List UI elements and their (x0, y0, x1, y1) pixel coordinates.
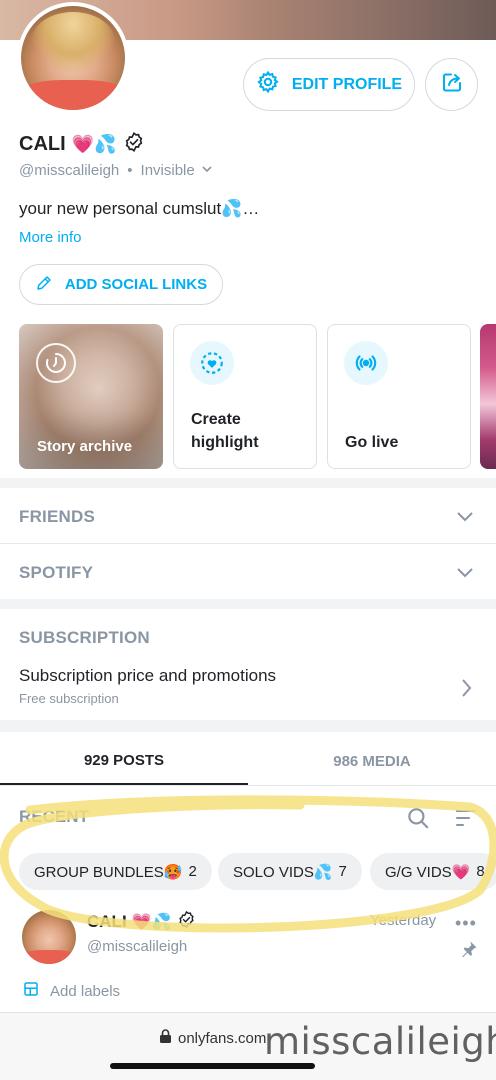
story-highlight-peek[interactable] (480, 324, 496, 469)
story-archive-label: Story archive (37, 438, 133, 455)
tabs-divider (0, 785, 496, 786)
search-icon[interactable] (405, 805, 431, 836)
share-icon (440, 70, 464, 99)
chip-solo-vids[interactable]: SOLO VIDS💦 7 (218, 853, 362, 890)
stories-row: Story archive Create highlight Go live (19, 324, 496, 469)
status-selector[interactable]: Invisible (141, 162, 213, 179)
label-icon (22, 980, 40, 1002)
add-labels-label: Add labels (50, 982, 121, 1000)
tab-posts[interactable]: 929 POSTS (0, 737, 248, 785)
section-divider (0, 478, 496, 488)
url-text: onlyfans.com (178, 1029, 267, 1047)
edit-profile-button[interactable]: EDIT PROFILE (243, 58, 415, 111)
verified-badge-icon (177, 910, 196, 934)
verified-badge-icon (123, 131, 145, 158)
pencil-icon (35, 274, 53, 296)
subscription-title: SUBSCRIPTION (19, 628, 150, 647)
friends-row[interactable]: FRIENDS (0, 488, 496, 543)
spotify-row[interactable]: SPOTIFY (0, 544, 496, 599)
post-author-avatar[interactable] (22, 910, 76, 964)
more-info-link[interactable]: More info (19, 229, 82, 246)
share-button[interactable] (425, 58, 478, 111)
handle-row: @misscalileigh • Invisible (19, 162, 213, 179)
friends-title: FRIENDS (19, 507, 96, 526)
chevron-down-icon (201, 162, 213, 179)
home-indicator[interactable] (110, 1063, 315, 1069)
spotify-title: SPOTIFY (19, 563, 94, 582)
profile-name-row: CALI 💗💦 (19, 131, 145, 158)
subscription-price-title: Subscription price and promotions (19, 666, 277, 685)
create-highlight-label-line1: Create (191, 411, 241, 428)
edit-profile-label: EDIT PROFILE (291, 75, 403, 93)
broadcast-icon (344, 341, 388, 385)
go-live-card[interactable]: Go live (327, 324, 471, 469)
status-label: Invisible (140, 162, 195, 179)
create-highlight-label-line2: highlight (191, 434, 259, 451)
chevron-right-icon (460, 678, 472, 703)
chevron-down-icon (456, 565, 474, 584)
chip-group-bundles[interactable]: GROUP BUNDLES🥵 2 (19, 853, 212, 890)
chip-gg-vids[interactable]: G/G VIDS💗 8 (370, 853, 496, 890)
add-social-links-button[interactable]: ADD SOCIAL LINKS (19, 264, 223, 305)
subscription-price-subtitle: Free subscription (19, 691, 119, 706)
chevron-down-icon (456, 509, 474, 528)
profile-avatar[interactable] (17, 2, 129, 114)
post-author-row[interactable]: CALI 💗💦 (87, 910, 196, 934)
chip-count: 2 (188, 863, 197, 880)
sort-icon[interactable] (455, 808, 477, 833)
profile-name-emoji: 💗💦 (71, 134, 117, 154)
chip-count: 8 (476, 863, 485, 880)
profile-bio: your new personal cumslut💦… (19, 199, 260, 218)
chip-count: 7 (338, 863, 347, 880)
watermark-text: misscalileigh (264, 1020, 496, 1063)
post-more-button[interactable]: ••• (455, 913, 477, 934)
post-timestamp: Yesterday (370, 912, 437, 929)
chip-label: SOLO VIDS💦 (233, 863, 333, 881)
profile-name: CALI (19, 133, 66, 155)
avatar-photo (21, 6, 125, 110)
address-bar[interactable]: onlyfans.com (160, 1029, 266, 1047)
story-archive-card[interactable]: Story archive (19, 324, 163, 469)
section-divider (0, 599, 496, 609)
create-highlight-card[interactable]: Create highlight (173, 324, 317, 469)
gear-icon (256, 70, 280, 99)
chip-label: GROUP BUNDLES🥵 (34, 863, 183, 881)
lock-icon (160, 1029, 171, 1047)
dot-separator: • (127, 162, 133, 179)
profile-handle: @misscalileigh (19, 162, 120, 179)
chip-label: G/G VIDS💗 (385, 863, 471, 881)
label-chips-row: GROUP BUNDLES🥵 2 SOLO VIDS💦 7 G/G VIDS💗 … (19, 853, 496, 890)
heart-circle-icon (190, 341, 234, 385)
pin-icon[interactable] (460, 940, 478, 963)
post-author-emoji: 💗💦 (131, 914, 172, 931)
add-labels-button[interactable]: Add labels (22, 980, 120, 1002)
clock-history-icon (36, 343, 76, 383)
create-highlight-label: Create highlight (191, 408, 259, 454)
recent-label: RECENT (19, 807, 89, 826)
post-author-name: CALI (87, 912, 127, 931)
section-divider (0, 720, 496, 732)
go-live-label: Go live (345, 434, 399, 451)
post-author-handle[interactable]: @misscalileigh (87, 938, 187, 955)
add-social-links-label: ADD SOCIAL LINKS (64, 276, 208, 293)
tab-media[interactable]: 986 MEDIA (248, 737, 496, 785)
